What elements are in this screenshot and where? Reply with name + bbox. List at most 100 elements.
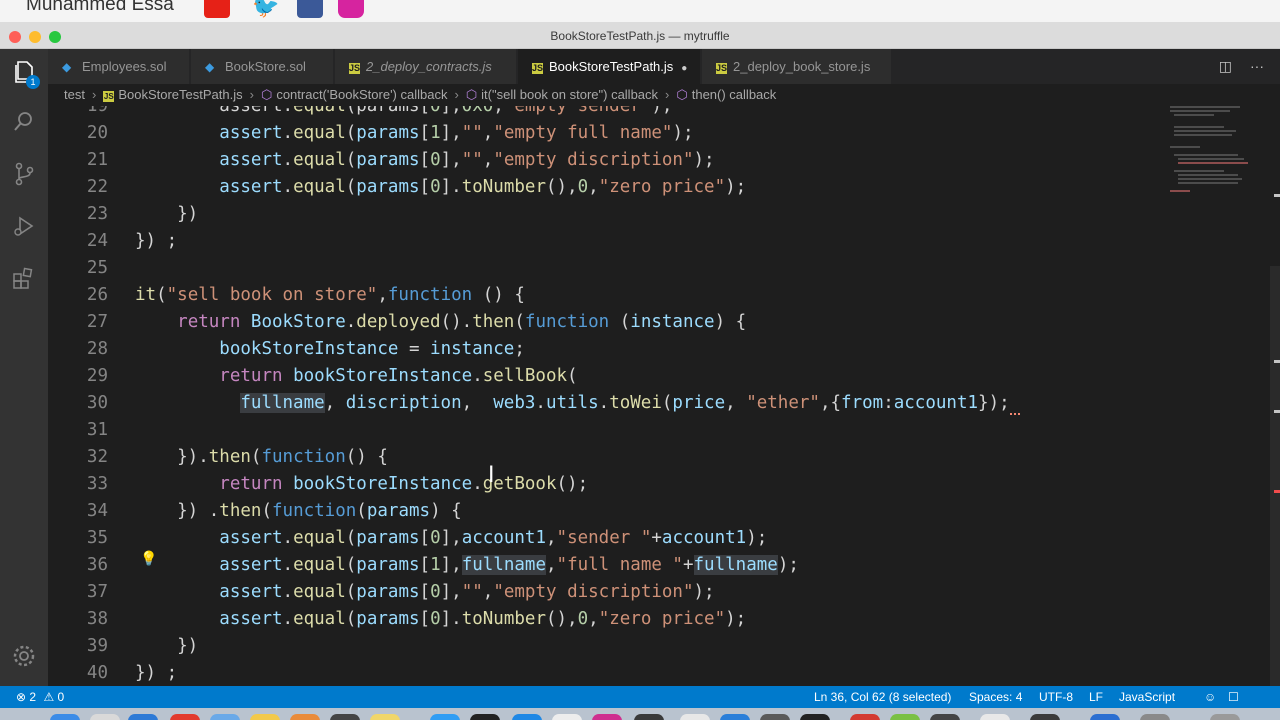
finder-icon[interactable] [50, 714, 80, 720]
dock-app-icon[interactable] [1090, 714, 1120, 720]
eol-setting[interactable]: LF [1089, 686, 1103, 708]
dock-app-icon[interactable] [850, 714, 880, 720]
activity-bar: 1 [0, 49, 48, 686]
trash-icon[interactable] [1210, 714, 1240, 720]
dock-app-icon[interactable] [890, 714, 920, 720]
code-line: 38 assert.equal(params[0].toNumber(),0,"… [86, 609, 747, 629]
code-line: 24}) ; [86, 231, 178, 251]
explorer-icon[interactable]: 1 [10, 59, 40, 89]
code-editor[interactable]: 19 assert.equal(params[0],0x0,"empty sen… [48, 106, 1280, 686]
solidity-icon: ◆ [62, 60, 72, 74]
mouse-ibeam-cursor-icon: I [488, 463, 495, 488]
breadcrumb: test › JS BookStoreTestPath.js › ⬡ contract('B… [48, 84, 1280, 106]
dock-app-icon[interactable] [512, 714, 542, 720]
dock-app-icon[interactable] [330, 714, 360, 720]
code-line: 21 assert.equal(params[0],"","empty disc… [86, 150, 715, 170]
problems-indicator[interactable]: ⊗ 2 ⚠ 0 [16, 686, 64, 708]
dock-app-icon[interactable] [552, 714, 582, 720]
search-icon[interactable] [10, 109, 38, 137]
dock-app-icon[interactable] [170, 714, 200, 720]
minimap[interactable] [1166, 106, 1270, 686]
safari-icon[interactable] [128, 714, 158, 720]
tab-bookstoretestpath-js[interactable]: JS BookStoreTestPath.js ● [518, 49, 701, 84]
dock-app-icon[interactable] [634, 714, 664, 720]
notifications-bell-icon[interactable]: ☐ [1228, 686, 1239, 708]
symbol-method-icon: ⬡ [676, 87, 688, 102]
chevron-right-icon: › [91, 87, 97, 102]
solidity-icon: ◆ [205, 60, 215, 74]
dock-app-icon[interactable] [1140, 714, 1170, 720]
debug-icon[interactable] [10, 213, 38, 241]
breadcrumb-then-callback[interactable]: then() callback [692, 87, 777, 102]
instagram-icon [338, 0, 364, 18]
code-line: 31 [86, 420, 108, 440]
tab-employees-sol[interactable]: ◆ Employees.sol [48, 49, 190, 84]
dock-app-icon[interactable] [980, 714, 1010, 720]
macos-dock [0, 708, 1280, 720]
source-control-icon[interactable] [10, 161, 38, 189]
author-name: Muhammed Essa [26, 0, 174, 15]
js-icon: JS [532, 63, 544, 74]
code-line: 37 assert.equal(params[0],"","empty disc… [86, 582, 715, 602]
code-line: 35 assert.equal(params[0],account1,"send… [86, 528, 768, 548]
dock-app-icon[interactable] [720, 714, 750, 720]
youtube-icon [204, 0, 230, 18]
dock-app-icon[interactable] [680, 714, 710, 720]
twitter-icon: 🐦 [252, 0, 280, 19]
dock-app-icon[interactable] [760, 714, 790, 720]
launchpad-icon[interactable] [90, 714, 120, 720]
dock-app-icon[interactable] [370, 714, 400, 720]
code-line: 19 assert.equal(params[0],0x0,"empty sen… [86, 106, 673, 116]
window-title: BookStoreTestPath.js — mytruffle [550, 29, 730, 43]
indentation-setting[interactable]: Spaces: 4 [969, 686, 1022, 708]
video-watermark-banner: Muhammed Essa 🐦 [0, 0, 1280, 22]
error-icon: ⊗ [16, 690, 27, 704]
unsaved-dot-icon[interactable]: ● [681, 51, 687, 86]
status-bar: ⊗ 2 ⚠ 0 Ln 36, Col 62 (8 selected) Space… [0, 686, 1280, 708]
chevron-right-icon: › [454, 87, 459, 102]
symbol-method-icon: ⬡ [465, 87, 478, 102]
lightbulb-icon[interactable]: 💡 [140, 550, 157, 567]
window-titlebar: BookStoreTestPath.js — mytruffle [0, 22, 1280, 49]
js-icon: JS [103, 91, 115, 102]
chevron-right-icon: › [249, 87, 254, 102]
code-line: 34 }) .then(function(params) { [86, 501, 462, 521]
js-icon: JS [716, 63, 728, 74]
dock-app-icon[interactable] [430, 714, 460, 720]
tab-bookstore-sol[interactable]: ◆ BookStore.sol [191, 49, 334, 84]
more-actions-icon[interactable]: ··· [1250, 58, 1264, 74]
code-line: 25 [86, 258, 108, 278]
code-line: 26 it("sell book on store",function () { [86, 285, 525, 305]
tab-2-deploy-book-store-js[interactable]: JS 2_deploy_book_store.js [702, 49, 892, 84]
dock-app-icon[interactable] [470, 714, 500, 720]
code-line: 32 }).then(function() { [86, 447, 388, 467]
code-line: 27 return BookStore.deployed().then(func… [86, 312, 747, 332]
extensions-icon[interactable] [10, 265, 38, 293]
breadcrumb-file[interactable]: BookStoreTestPath.js [118, 87, 242, 102]
settings-gear-icon[interactable] [10, 643, 38, 671]
dock-app-icon[interactable] [290, 714, 320, 720]
dock-app-icon[interactable] [250, 714, 280, 720]
dock-app-icon[interactable] [592, 714, 622, 720]
cursor-position[interactable]: Ln 36, Col 62 (8 selected) [814, 686, 951, 708]
tab-2-deploy-contracts-js[interactable]: JS 2_deploy_contracts.js [335, 49, 517, 84]
breadcrumb-contract-callback[interactable]: contract('BookStore') callback [276, 87, 447, 102]
scrollbar-marker [1274, 360, 1280, 363]
breadcrumb-it-callback[interactable]: it("sell book on store") callback [481, 87, 658, 102]
dock-app-icon[interactable] [930, 714, 960, 720]
js-icon: JS [349, 63, 361, 74]
vertical-scrollbar[interactable] [1270, 266, 1280, 686]
dock-app-icon[interactable] [1030, 714, 1060, 720]
dock-app-icon[interactable] [210, 714, 240, 720]
dock-app-icon[interactable] [800, 714, 830, 720]
code-line: 23 }) [86, 204, 199, 224]
chevron-right-icon: › [665, 87, 670, 102]
split-editor-icon[interactable]: ◫ [1219, 58, 1232, 74]
language-mode[interactable]: JavaScript [1119, 686, 1175, 708]
breadcrumb-folder[interactable]: test [64, 87, 85, 102]
code-line: 29 return bookStoreInstance.sellBook( [86, 366, 578, 386]
encoding-setting[interactable]: UTF-8 [1039, 686, 1073, 708]
feedback-icon[interactable]: ☺ [1204, 686, 1216, 708]
warning-icon: ⚠ [43, 690, 55, 704]
code-line: 30 fullname, discription, web3.utils.toW… [48, 390, 1168, 417]
